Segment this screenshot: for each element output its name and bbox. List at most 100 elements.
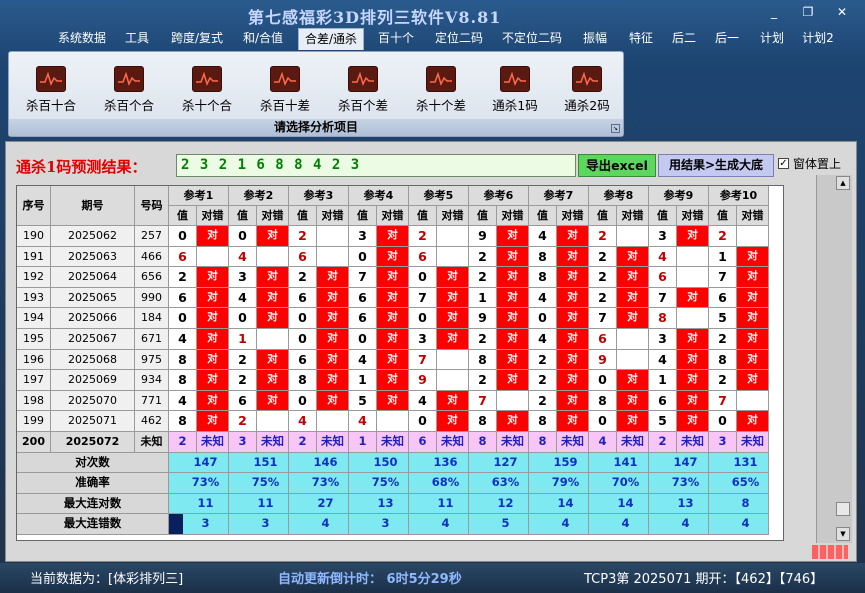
menu-item[interactable]: 后一	[708, 28, 746, 50]
hit-mark: 对	[197, 349, 229, 371]
ref-value: 7	[649, 287, 677, 309]
stat-value: 14	[543, 493, 589, 515]
ref-value: 3	[409, 329, 437, 350]
stat-value: 5	[483, 514, 529, 535]
hit-mark: 对	[497, 411, 529, 432]
header-value: 值	[289, 206, 317, 226]
ribbon-item-label: 通杀2码	[564, 98, 610, 113]
miss-mark	[617, 329, 649, 350]
menu-item[interactable]: 和/合值	[236, 28, 290, 50]
row-seq: 197	[17, 370, 51, 391]
ribbon-item[interactable]: 杀百个合	[93, 66, 165, 114]
ref-value: 0	[349, 246, 377, 268]
menu-item[interactable]: 工具	[118, 28, 156, 50]
vertical-scrollbar[interactable]: ▲ ▼	[816, 175, 852, 543]
hit-mark: 对	[737, 370, 769, 391]
generate-base-button[interactable]: 用结果>生成大底	[658, 154, 774, 177]
pred-value: 2	[169, 432, 197, 453]
scroll-thumb[interactable]	[836, 502, 850, 516]
menu-item[interactable]: 计划	[754, 28, 790, 50]
stat-value: 159	[543, 452, 589, 474]
menu-item[interactable]: 后二	[666, 28, 702, 50]
ribbon-item[interactable]: 通杀1码	[479, 66, 551, 114]
status-bar: 当前数据为：[体彩排列三] 自动更新倒计时： 6时5分29秒 TCP3第 202…	[0, 563, 865, 593]
ribbon-item[interactable]: 杀十个合	[171, 66, 243, 114]
hit-mark: 对	[197, 287, 229, 309]
ref-value: 1	[469, 287, 497, 309]
hit-mark: 对	[497, 226, 529, 247]
menu-item[interactable]: 跨度/复式	[164, 28, 230, 50]
menu-item[interactable]: 合差/通杀	[298, 28, 364, 50]
ref-value: 2	[589, 267, 617, 288]
menu-item[interactable]: 定位二码	[428, 28, 490, 50]
menu-item[interactable]: 不定位二码	[496, 28, 568, 50]
ref-value: 0	[289, 390, 317, 412]
chart-icon	[270, 66, 300, 92]
hit-mark: 对	[677, 287, 709, 309]
hit-mark: 对	[257, 308, 289, 329]
close-button[interactable]: ✕	[831, 4, 853, 20]
row-number: 462	[135, 411, 169, 432]
minimize-button[interactable]: _	[763, 4, 785, 20]
ribbon-item[interactable]: 杀百十差	[249, 66, 321, 114]
topmost-checkbox[interactable]: ✓	[778, 158, 789, 169]
ribbon-item[interactable]: 杀百个差	[327, 66, 399, 114]
ref-value: 5	[649, 411, 677, 432]
ref-value: 2	[409, 226, 437, 247]
header-result: 对错	[737, 206, 769, 226]
menu-item[interactable]: 系统数据	[52, 28, 112, 50]
header-group: 参考3	[289, 186, 349, 206]
results-grid[interactable]: 序号 期号 号码 参考1 值对错 参考2 值对错 参考3 值对错 参考4 值对错 参考5 值对错 参考6 值…	[16, 185, 784, 541]
restore-button[interactable]: ❐	[797, 4, 819, 20]
header-value: 值	[709, 206, 737, 226]
ref-value: 6	[409, 246, 437, 268]
ref-value: 2	[169, 267, 197, 288]
hit-mark: 对	[557, 308, 589, 329]
stat-value: 4	[603, 514, 649, 535]
ref-value: 0	[589, 411, 617, 432]
menu-item[interactable]: 百十个	[372, 28, 420, 50]
stat-value: 136	[423, 452, 469, 474]
hit-mark: 对	[377, 246, 409, 268]
pred-result: 未知	[557, 432, 589, 453]
prediction-result-field[interactable]: 2 3 2 1 6 8 8 4 2 3	[176, 154, 576, 177]
ref-value: 4	[169, 390, 197, 412]
scroll-down-icon[interactable]: ▼	[836, 527, 850, 541]
miss-mark	[437, 246, 469, 268]
stat-value: 13	[663, 493, 709, 515]
scroll-up-icon[interactable]: ▲	[836, 176, 850, 190]
menu-item[interactable]: 振幅	[576, 28, 614, 50]
stat-value: 11	[423, 493, 469, 515]
header-result: 对错	[257, 206, 289, 226]
hit-mark: 对	[317, 349, 349, 371]
ref-value: 8	[589, 390, 617, 412]
hit-mark: 对	[317, 370, 349, 391]
menu-item[interactable]: 计划2	[798, 28, 838, 50]
ribbon-item[interactable]: 杀十个差	[405, 66, 477, 114]
ribbon-item-label: 杀百十差	[259, 98, 310, 113]
header-group: 参考6	[469, 186, 529, 206]
stat-value: 63%	[483, 473, 529, 494]
ribbon-item[interactable]: 杀百十合	[15, 66, 87, 114]
ref-value: 7	[409, 287, 437, 309]
ref-value: 4	[529, 329, 557, 350]
hit-mark: 对	[677, 411, 709, 432]
ref-value: 6	[709, 287, 737, 309]
ref-value: 4	[289, 411, 317, 432]
miss-mark	[437, 349, 469, 371]
miss-mark	[257, 411, 289, 432]
miss-mark	[257, 246, 289, 268]
ribbon-expand-icon[interactable]: ↘	[611, 124, 620, 133]
pred-number: 未知	[135, 432, 169, 453]
ref-value: 2	[589, 246, 617, 268]
export-excel-button[interactable]: 导出excel	[578, 154, 656, 177]
pred-value: 2	[649, 432, 677, 453]
row-period: 2025063	[51, 246, 135, 268]
stat-value: 4	[663, 514, 709, 535]
menu-item[interactable]: 特征	[622, 28, 660, 50]
ref-value: 1	[709, 246, 737, 268]
ribbon-item[interactable]: 通杀2码	[551, 66, 623, 114]
ref-value: 1	[649, 370, 677, 391]
header-value: 值	[409, 206, 437, 226]
hit-mark: 对	[317, 267, 349, 288]
